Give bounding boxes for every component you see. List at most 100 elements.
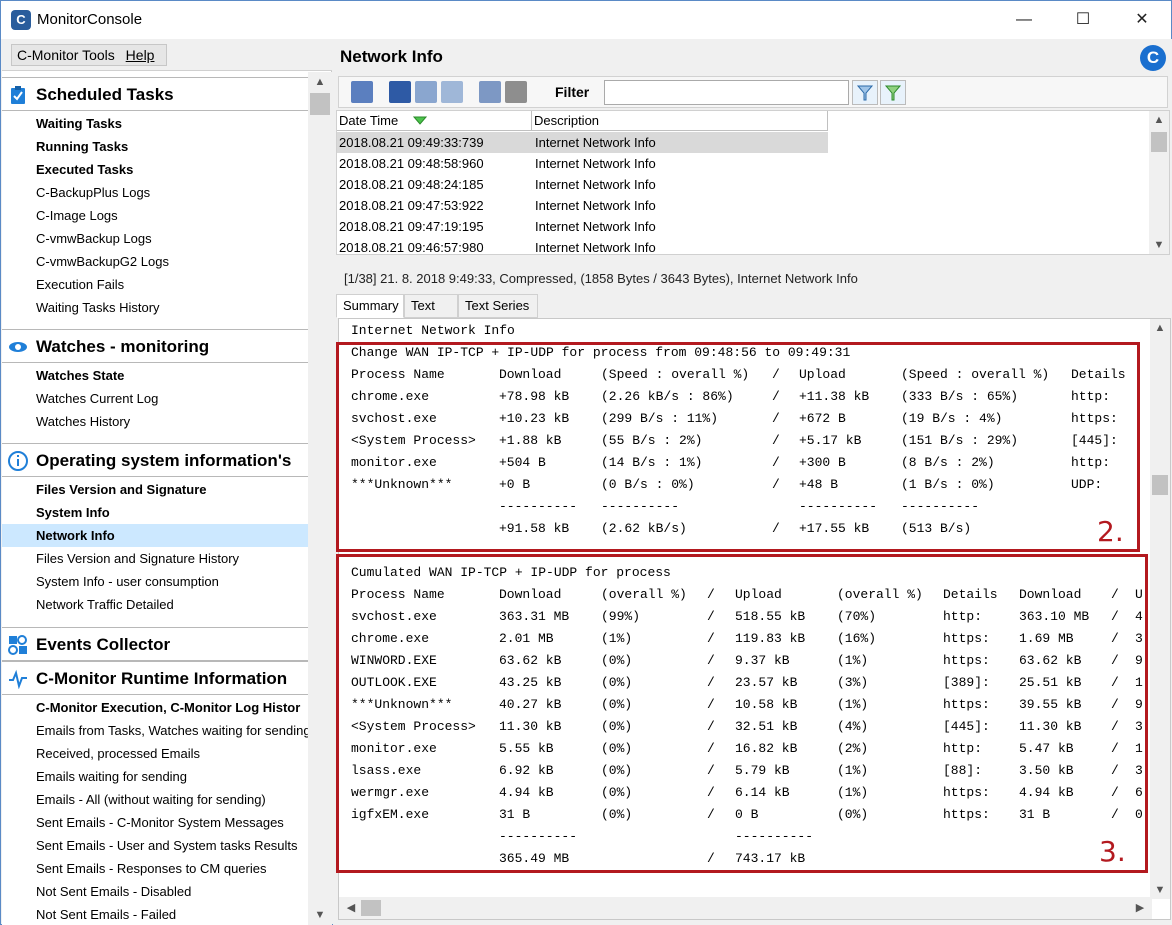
nav-item-c-vmwbackupg2-logs[interactable]: C-vmwBackupG2 Logs — [2, 250, 308, 273]
copy-icon[interactable] — [415, 81, 437, 103]
filter-apply-icon[interactable] — [880, 80, 906, 105]
nav-item-sent-emails-responses-to-cm-queries[interactable]: Sent Emails - Responses to CM queries — [2, 857, 308, 880]
menu-bar: C-Monitor Tools Help — [2, 39, 332, 71]
toolbar: Filter — [338, 76, 1168, 108]
eye-icon — [8, 337, 28, 357]
nav-item-network-traffic-detailed[interactable]: Network Traffic Detailed — [2, 593, 308, 616]
text-vertical-scrollbar[interactable]: ▲ ▼ — [1150, 319, 1170, 899]
nav-item-not-sent-emails-failed[interactable]: Not Sent Emails - Failed — [2, 903, 308, 925]
grid-row[interactable]: 2018.08.21 09:48:58:960 Internet Network … — [337, 153, 828, 174]
nav-item-received-processed-emails[interactable]: Received, processed Emails — [2, 742, 308, 765]
nav-item-c-image-logs[interactable]: C-Image Logs — [2, 204, 308, 227]
minimize-button[interactable]: — — [1001, 1, 1047, 39]
annotation-label-3: 3. — [1099, 835, 1126, 868]
text-scroll-up-icon[interactable]: ▲ — [1150, 322, 1170, 334]
cell-datetime: 2018.08.21 09:47:53:922 — [339, 198, 484, 213]
section-watches-monitoring[interactable]: Watches - monitoring — [2, 329, 308, 363]
cell-datetime: 2018.08.21 09:48:58:960 — [339, 156, 484, 171]
clipboard-check-icon — [8, 85, 28, 105]
nav-item-emails-waiting-for-sending[interactable]: Emails waiting for sending — [2, 765, 308, 788]
nav-item-network-info[interactable]: Network Info — [2, 524, 308, 547]
page-title: Network Info — [340, 47, 443, 66]
sort-desc-icon — [413, 116, 427, 125]
info-icon — [8, 451, 28, 471]
filter-label: Filter — [555, 84, 590, 100]
section-operating-system-information-s[interactable]: Operating system information's — [2, 443, 308, 477]
right-pane: Network Info C Filter Date Time Descript… — [333, 39, 1172, 925]
grid-row[interactable]: 2018.08.21 09:49:33:739 Internet Network … — [337, 132, 828, 153]
text-scroll-right-icon[interactable]: ▶ — [1130, 901, 1150, 914]
grid-row[interactable]: 2018.08.21 09:47:19:195 Internet Network … — [337, 216, 828, 237]
grid-scrollbar[interactable]: ▲ ▼ — [1149, 111, 1169, 254]
grid-scroll-up-icon[interactable]: ▲ — [1149, 114, 1169, 126]
scroll-up-icon[interactable]: ▲ — [310, 76, 330, 88]
section-label: C-Monitor Runtime Information — [36, 669, 288, 688]
section-label: Watches - monitoring — [36, 337, 210, 356]
text-scroll-thumb[interactable] — [1152, 475, 1168, 495]
text-scroll-down-icon[interactable]: ▼ — [1150, 884, 1170, 896]
cell-description: Internet Network Info — [535, 156, 656, 171]
nav-item-sent-emails-c-monitor-system-messages[interactable]: Sent Emails - C-Monitor System Messages — [2, 811, 308, 834]
title-bar[interactable]: C MonitorConsole — ☐ ✕ — [1, 1, 1171, 39]
text-scroll-left-icon[interactable]: ◀ — [341, 901, 361, 914]
cell-datetime: 2018.08.21 09:49:33:739 — [339, 135, 484, 150]
section-scheduled-tasks[interactable]: Scheduled Tasks — [2, 77, 308, 111]
nav-item-watches-state[interactable]: Watches State — [2, 364, 308, 387]
nav-item-files-version-and-signature-history[interactable]: Files Version and Signature History — [2, 547, 308, 570]
nav-item-watches-current-log[interactable]: Watches Current Log — [2, 387, 308, 410]
nav-item-system-info-user-consumption[interactable]: System Info - user consumption — [2, 570, 308, 593]
nav-item-waiting-tasks-history[interactable]: Waiting Tasks History — [2, 296, 308, 319]
text-horizontal-scrollbar[interactable]: ◀ ▶ — [339, 897, 1152, 919]
tab-text-series[interactable]: Text Series — [458, 294, 538, 318]
nav-item-sent-emails-user-and-system-tasks-results[interactable]: Sent Emails - User and System tasks Resu… — [2, 834, 308, 857]
nav-item-not-sent-emails-disabled[interactable]: Not Sent Emails - Disabled — [2, 880, 308, 903]
scroll-thumb[interactable] — [310, 93, 330, 115]
close-button[interactable]: ✕ — [1119, 1, 1165, 39]
filter-icon[interactable] — [852, 80, 878, 105]
search-icon[interactable] — [479, 81, 501, 103]
network-icon — [8, 635, 28, 655]
preview-icon[interactable] — [441, 81, 463, 103]
nav-item-files-version-and-signature[interactable]: Files Version and Signature — [2, 478, 308, 501]
scroll-down-icon[interactable]: ▼ — [310, 909, 330, 921]
maximize-button[interactable]: ☐ — [1060, 1, 1106, 39]
nav-scrollbar[interactable]: ▲ ▼ — [308, 72, 332, 925]
nav-item-execution-fails[interactable]: Execution Fails — [2, 273, 308, 296]
left-pane: C-Monitor Tools Help Scheduled Tasks Wait… — [2, 39, 332, 925]
menu-help[interactable]: Help — [126, 47, 155, 63]
grid-scroll-down-icon[interactable]: ▼ — [1149, 239, 1169, 251]
grid-row[interactable]: 2018.08.21 09:48:24:185 Internet Network … — [337, 174, 828, 195]
search-next-icon[interactable] — [505, 81, 527, 103]
column-header-description[interactable]: Description — [532, 111, 828, 131]
text-hscroll-thumb[interactable] — [361, 900, 381, 916]
grid-row[interactable]: 2018.08.21 09:47:53:922 Internet Network … — [337, 195, 828, 216]
summary-heading: Internet Network Info — [351, 323, 515, 338]
nav-item-system-info[interactable]: System Info — [2, 501, 308, 524]
nav-item-c-vmwbackup-logs[interactable]: C-vmwBackup Logs — [2, 227, 308, 250]
section-c-monitor-runtime-information[interactable]: C-Monitor Runtime Information — [2, 661, 308, 695]
tab-text[interactable]: Text — [404, 294, 458, 318]
nav-item-emails-all-without-waiting-for-sending[interactable]: Emails - All (without waiting for sendin… — [2, 788, 308, 811]
menu-cmonitor-tools[interactable]: C-Monitor Tools — [17, 47, 115, 63]
grid-scroll-thumb[interactable] — [1151, 132, 1167, 152]
section-label: Scheduled Tasks — [36, 85, 174, 104]
nav-item-waiting-tasks[interactable]: Waiting Tasks — [2, 112, 308, 135]
nav-item-running-tasks[interactable]: Running Tasks — [2, 135, 308, 158]
nav-item-c-backupplus-logs[interactable]: C-BackupPlus Logs — [2, 181, 308, 204]
column-header-datetime[interactable]: Date Time — [337, 111, 532, 131]
pulse-icon — [8, 669, 28, 690]
section-events-collector[interactable]: Events Collector — [2, 627, 308, 661]
grid-row[interactable]: 2018.08.21 09:46:57:980 Internet Network … — [337, 237, 828, 258]
record-status: [1/38] 21. 8. 2018 9:49:33, Compressed, … — [344, 271, 858, 286]
nav-item-watches-history[interactable]: Watches History — [2, 410, 308, 433]
nav-item-executed-tasks[interactable]: Executed Tasks — [2, 158, 308, 181]
annotation-box-2 — [336, 342, 1140, 552]
nav-item-emails-from-tasks-watches-waiting-for-sending[interactable]: Emails from Tasks, Watches waiting for s… — [2, 719, 308, 742]
open-icon[interactable] — [351, 81, 373, 103]
cell-description: Internet Network Info — [535, 198, 656, 213]
cell-datetime: 2018.08.21 09:46:57:980 — [339, 240, 484, 255]
save-icon[interactable] — [389, 81, 411, 103]
nav-item-c-monitor-execution-c-monitor-log-histor[interactable]: C-Monitor Execution, C-Monitor Log Histo… — [2, 696, 308, 719]
tab-summary[interactable]: Summary — [336, 294, 404, 318]
filter-input[interactable] — [604, 80, 849, 105]
